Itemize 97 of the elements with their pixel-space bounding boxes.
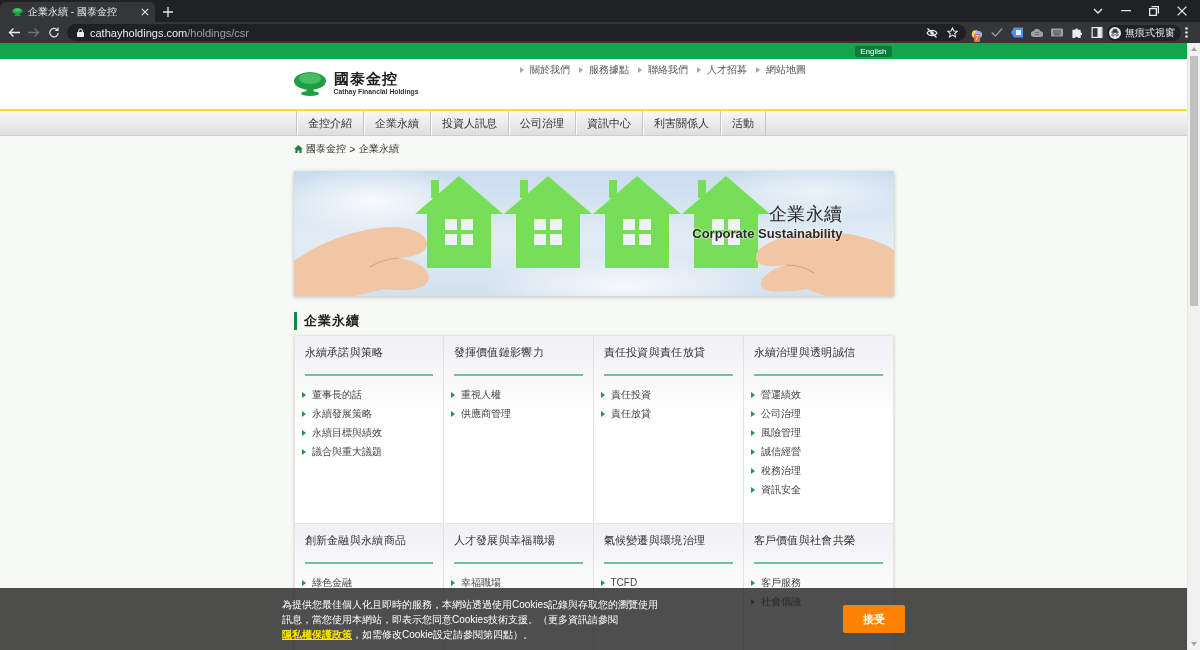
keyboard-icon[interactable] xyxy=(1051,27,1063,38)
caret-right-icon xyxy=(750,410,755,417)
card-title: 氣候變遷與環境治理 xyxy=(603,533,707,548)
lock-icon xyxy=(77,28,84,37)
card-link[interactable]: 董事長的話 xyxy=(301,385,362,404)
header-link[interactable]: 關於我們 xyxy=(519,64,570,76)
chevron-down-icon[interactable] xyxy=(1093,8,1103,14)
caret-right-icon xyxy=(750,429,755,436)
card-link[interactable]: 風險管理 xyxy=(750,423,801,442)
cookie-notice-text: 為提供您最佳個人化且即時的服務，本網站透過使用Cookies記錄與存取您的瀏覽使用訊息，當您使用本網站，即表示您同意Cookies技術支援。（更多資訊請參閱 隱私權保護政策，如需修改Cookie設定請參閱第四點）。 xyxy=(282,597,660,642)
card-link[interactable]: 公司治理 xyxy=(750,404,801,423)
card-link[interactable]: 責任投資 xyxy=(600,385,651,404)
card-link[interactable]: 資訊安全 xyxy=(750,480,801,499)
star-icon[interactable] xyxy=(947,27,958,38)
card-link[interactable]: 稅務治理 xyxy=(750,461,801,480)
address-bar[interactable]: cathayholdings.com/holdings/csr xyxy=(67,24,966,41)
card-link[interactable]: 營運績效 xyxy=(750,385,801,404)
language-button[interactable]: English xyxy=(855,45,892,57)
caret-right-icon xyxy=(600,391,605,398)
caret-right-icon xyxy=(750,486,755,493)
caret-right-icon xyxy=(450,391,455,398)
caret-right-icon xyxy=(696,67,701,73)
card-link[interactable]: 責任放貸 xyxy=(600,404,651,423)
card-link[interactable]: 幸福職場 xyxy=(450,573,501,592)
scrollbar-thumb[interactable] xyxy=(1190,56,1198,306)
card-link[interactable]: 誠信經營 xyxy=(750,442,801,461)
browser-tab[interactable]: 企業永續 - 國泰金控 xyxy=(0,2,155,22)
caret-right-icon xyxy=(750,467,755,474)
caret-right-icon xyxy=(301,448,306,455)
card-title: 客戶價值與社會共榮 xyxy=(753,533,857,548)
card-link[interactable]: 客戶服務 xyxy=(750,573,801,592)
nav-item[interactable]: 企業永續 xyxy=(362,111,430,135)
puzzle-icon[interactable] xyxy=(1071,27,1083,38)
home-icon xyxy=(293,145,303,153)
breadcrumb-link[interactable]: 國泰金控 xyxy=(293,142,346,156)
caret-right-icon xyxy=(600,579,605,586)
banner-title: 企業永續 xyxy=(768,203,843,225)
nav-item[interactable]: 公司治理 xyxy=(507,111,575,135)
tag-icon[interactable] xyxy=(1011,27,1023,38)
caret-right-icon xyxy=(301,429,306,436)
header-link[interactable]: 網站地圖 xyxy=(755,64,806,76)
card-link[interactable]: 重視人權 xyxy=(450,385,501,404)
breadcrumb-separator: > xyxy=(349,143,356,155)
caret-right-icon xyxy=(578,67,583,73)
card-link[interactable]: 綠色金融 xyxy=(301,573,352,592)
caret-right-icon xyxy=(600,410,605,417)
cloud-icon[interactable] xyxy=(1031,27,1043,38)
menu-icon[interactable] xyxy=(1185,27,1188,38)
caret-right-icon xyxy=(750,448,755,455)
caret-right-icon xyxy=(637,67,642,73)
card-title: 永續治理與透明誠信 xyxy=(753,345,857,360)
header-link[interactable]: 人才招募 xyxy=(696,64,747,76)
card-link[interactable]: 供應商管理 xyxy=(450,404,511,423)
caret-right-icon xyxy=(301,391,306,398)
caret-right-icon xyxy=(301,579,306,586)
caret-right-icon xyxy=(755,67,760,73)
privacy-policy-link[interactable]: 隱私權保護政策 xyxy=(282,628,352,640)
scrollbar[interactable] xyxy=(1187,43,1200,650)
card-title: 永續承諾與策略 xyxy=(304,345,385,360)
card-link[interactable]: TCFD xyxy=(600,573,638,592)
card-link[interactable]: 永續發展策略 xyxy=(301,404,372,423)
side-panel-icon[interactable] xyxy=(1091,27,1103,38)
caret-right-icon xyxy=(750,579,755,586)
caret-right-icon xyxy=(301,410,306,417)
card-title: 創新金融與永續商品 xyxy=(304,533,408,548)
reload-icon[interactable] xyxy=(48,27,60,38)
caret-right-icon xyxy=(750,391,755,398)
header-link[interactable]: 服務據點 xyxy=(578,64,629,76)
close-icon[interactable] xyxy=(141,8,149,16)
nav-item[interactable]: 投資人訊息 xyxy=(429,111,508,135)
logo-name: 國泰金控 xyxy=(333,70,399,87)
breadcrumb-current: 企業永續 xyxy=(359,142,400,156)
eye-slash-icon[interactable] xyxy=(926,27,938,38)
caret-right-icon xyxy=(519,67,524,73)
nav-item[interactable]: 活動 xyxy=(719,111,766,135)
section-title: 企業永續 xyxy=(293,312,894,330)
card-link[interactable]: 永續目標與績效 xyxy=(301,423,382,442)
close-icon[interactable] xyxy=(1177,6,1187,16)
profile-button[interactable]: 無痕式視窗 xyxy=(1107,24,1181,41)
nav-item[interactable]: 資訊中心 xyxy=(574,111,642,135)
tree-icon xyxy=(12,8,23,16)
card-title: 人才發展與幸福職場 xyxy=(453,533,557,548)
plus-icon[interactable] xyxy=(163,7,173,17)
back-arrow-icon[interactable] xyxy=(8,27,20,38)
minimize-icon[interactable] xyxy=(1121,10,1131,12)
restore-icon[interactable] xyxy=(1149,6,1159,16)
card-title: 責任投資與責任放貸 xyxy=(603,345,707,360)
nav-item[interactable]: 金控介紹 xyxy=(295,111,363,135)
tree-logo-icon[interactable] xyxy=(293,72,326,96)
card-title: 發揮價值鏈影響力 xyxy=(453,345,545,360)
incognito-icon xyxy=(1109,26,1121,39)
caret-right-icon xyxy=(450,410,455,417)
card-link[interactable]: 議合與重大議題 xyxy=(301,442,382,461)
header-link[interactable]: 聯絡我們 xyxy=(637,64,688,76)
nav-item[interactable]: 利害關係人 xyxy=(641,111,720,135)
caret-right-icon xyxy=(450,579,455,586)
check-icon[interactable] xyxy=(991,27,1003,38)
